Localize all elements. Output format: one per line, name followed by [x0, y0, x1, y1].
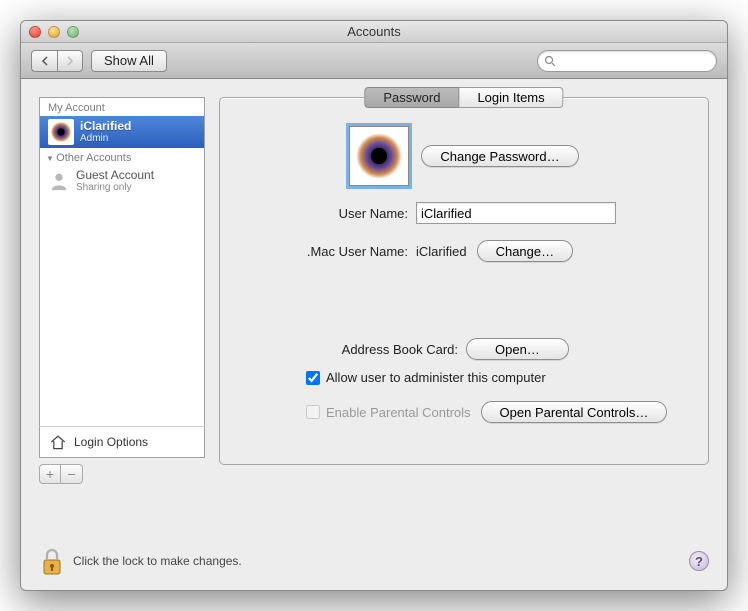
sidebar: My Account iClarified Admin Other Accoun…: [39, 97, 205, 484]
mac-user-name-label: .Mac User Name:: [236, 244, 416, 259]
add-account-button[interactable]: +: [39, 464, 61, 484]
open-parental-controls-button[interactable]: Open Parental Controls…: [481, 401, 668, 423]
open-address-book-button[interactable]: Open…: [466, 338, 569, 360]
change-mac-name-button[interactable]: Change…: [477, 240, 574, 262]
guest-name: Guest Account: [76, 169, 154, 182]
add-remove-segment: + −: [39, 464, 205, 484]
my-account-header: My Account: [40, 98, 204, 116]
change-password-button[interactable]: Change Password…: [421, 145, 578, 167]
guest-role: Sharing only: [76, 182, 154, 193]
account-avatar: [48, 119, 74, 145]
guest-silhouette-icon: [48, 170, 70, 192]
address-book-label: Address Book Card:: [236, 342, 466, 357]
account-row-guest[interactable]: Guest Account Sharing only: [40, 166, 204, 196]
enable-parental-label: Enable Parental Controls: [326, 405, 471, 420]
search-field[interactable]: [537, 50, 717, 72]
login-options-button[interactable]: Login Options: [39, 426, 205, 458]
user-name-input[interactable]: [416, 202, 616, 224]
mac-user-name-value: iClarified: [416, 244, 467, 259]
minimize-button[interactable]: [48, 26, 60, 38]
lock-icon[interactable]: [39, 546, 65, 576]
nav-segment: [31, 50, 83, 72]
window-title: Accounts: [21, 24, 727, 39]
main-panel: Password Login Items Change Password… Us…: [219, 97, 709, 465]
forward-button[interactable]: [57, 50, 83, 72]
accounts-window: Accounts Show All My Account: [20, 20, 728, 591]
toolbar: Show All: [21, 43, 727, 79]
remove-account-button[interactable]: −: [61, 464, 83, 484]
close-button[interactable]: [29, 26, 41, 38]
content: My Account iClarified Admin Other Accoun…: [21, 79, 727, 484]
user-picture[interactable]: [349, 126, 409, 186]
back-button[interactable]: [31, 50, 57, 72]
traffic-lights: [29, 26, 79, 38]
account-role: Admin: [80, 133, 131, 144]
other-accounts-header[interactable]: Other Accounts: [40, 148, 204, 166]
enable-parental-checkbox[interactable]: [306, 405, 320, 419]
zoom-button[interactable]: [67, 26, 79, 38]
parental-controls-row: Enable Parental Controls Open Parental C…: [306, 401, 692, 423]
allow-admin-checkbox[interactable]: [306, 371, 320, 385]
tab-login-items[interactable]: Login Items: [459, 87, 563, 108]
account-row-iclarified[interactable]: iClarified Admin: [40, 116, 204, 148]
user-name-label: User Name:: [236, 206, 416, 221]
allow-admin-label: Allow user to administer this computer: [326, 370, 546, 385]
help-button[interactable]: ?: [689, 551, 709, 571]
tab-bar: Password Login Items: [364, 87, 563, 108]
home-icon: [48, 432, 68, 452]
user-name-row: User Name:: [236, 202, 692, 224]
lock-text: Click the lock to make changes.: [73, 554, 242, 568]
mac-user-name-row: .Mac User Name: iClarified Change…: [236, 240, 692, 262]
address-book-row: Address Book Card: Open…: [236, 338, 692, 360]
footer: Click the lock to make changes. ?: [39, 546, 709, 576]
accounts-list: My Account iClarified Admin Other Accoun…: [39, 97, 205, 427]
allow-admin-row: Allow user to administer this computer: [306, 370, 692, 385]
titlebar: Accounts: [21, 21, 727, 43]
login-options-label: Login Options: [74, 435, 148, 449]
search-icon: [544, 55, 556, 67]
tab-password[interactable]: Password: [364, 87, 459, 108]
search-input[interactable]: [560, 54, 710, 68]
account-name: iClarified: [80, 120, 131, 133]
show-all-button[interactable]: Show All: [91, 50, 167, 72]
avatar-row: Change Password…: [236, 126, 692, 186]
